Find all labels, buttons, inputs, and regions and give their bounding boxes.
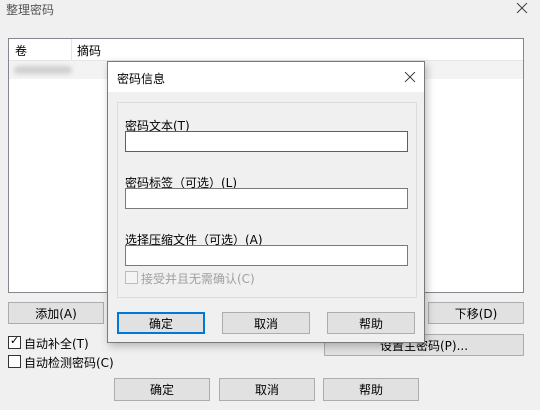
auto-complete-checkbox[interactable]: ✓ 自动补全(T) [8, 334, 118, 351]
archive-file-input[interactable] [125, 245, 408, 266]
column-header-volume[interactable]: 卷 [15, 42, 27, 59]
close-icon[interactable] [512, 0, 532, 16]
dialog-title: 密码信息 [117, 72, 166, 86]
blurred-cell [14, 66, 72, 74]
dialog-close-icon[interactable] [400, 69, 420, 85]
checkbox-label: 自动检测密码(C) [24, 356, 114, 370]
password-tag-input[interactable] [125, 188, 408, 209]
dialog-ok-button[interactable]: 确定 [117, 312, 205, 334]
dialog-help-button[interactable]: 帮助 [327, 312, 415, 334]
table-header: 卷 摘码 [9, 39, 523, 61]
column-divider [71, 39, 72, 60]
password-info-dialog: 密码信息 密码文本(T) 密码标签（可选）(L) 选择压缩文件（可选）(A) 接… [107, 61, 425, 343]
dialog-cancel-button[interactable]: 取消 [222, 312, 310, 334]
main-help-button[interactable]: 帮助 [323, 378, 419, 401]
window-title: 整理密码 [6, 3, 55, 17]
move-down-button[interactable]: 下移(D) [428, 302, 524, 324]
add-button[interactable]: 添加(A) [8, 302, 104, 324]
checkbox-box[interactable] [8, 355, 21, 368]
dialog-title-bar: 密码信息 [108, 62, 424, 92]
auto-detect-checkbox[interactable]: 自动检测密码(C) [8, 354, 128, 370]
column-header-code[interactable]: 摘码 [77, 42, 101, 59]
checkbox-label: 接受并且无需确认(C) [141, 272, 255, 286]
checkbox-label: 自动补全(T) [24, 337, 89, 351]
main-cancel-button[interactable]: 取消 [219, 378, 315, 401]
password-text-input[interactable] [125, 131, 408, 152]
checkbox-box[interactable] [125, 271, 138, 284]
check-icon: ✓ [10, 334, 20, 347]
checkbox-box[interactable]: ✓ [8, 334, 21, 349]
main-ok-button[interactable]: 确定 [114, 378, 210, 401]
accept-without-confirm-checkbox[interactable]: 接受并且无需确认(C) [125, 270, 275, 286]
dialog-group-panel: 密码文本(T) 密码标签（可选）(L) 选择压缩文件（可选）(A) 接受并且无需… [117, 102, 417, 298]
